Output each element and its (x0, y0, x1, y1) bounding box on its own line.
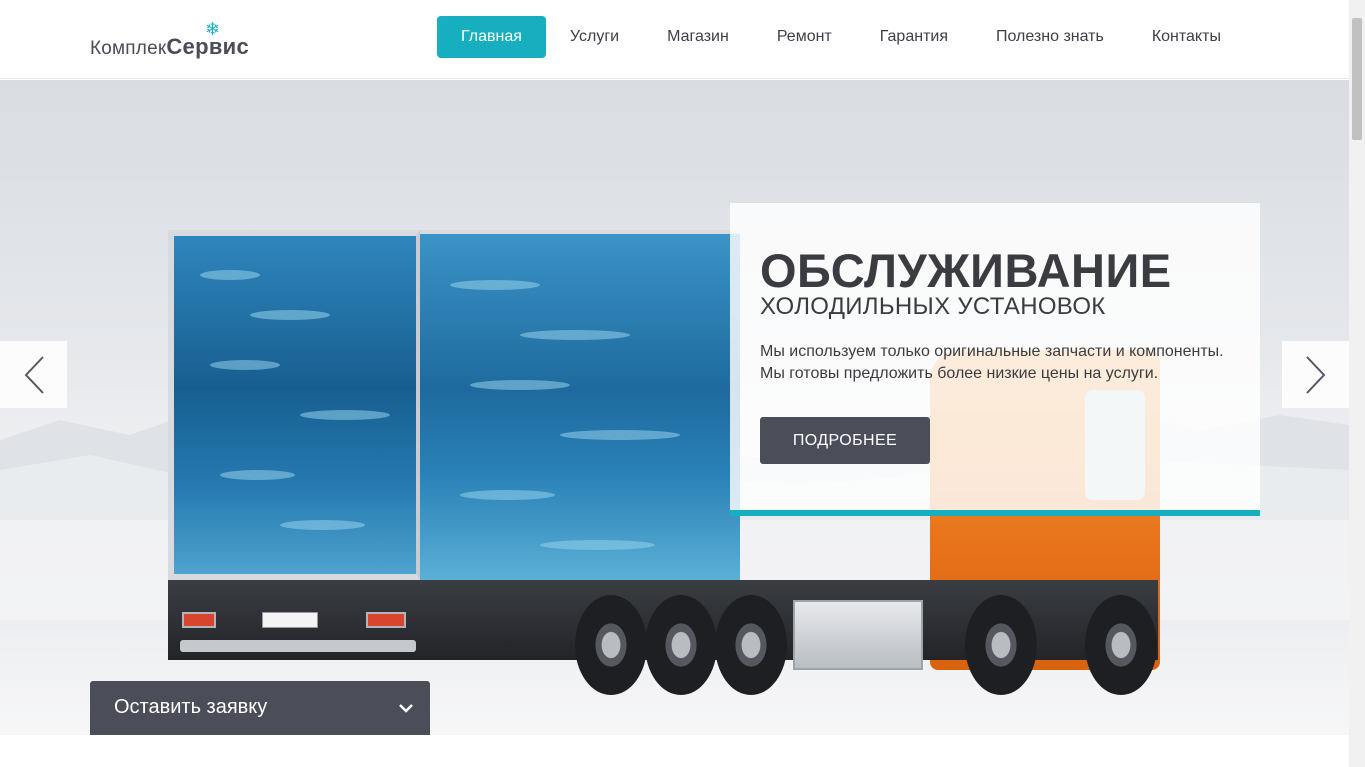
site-header: Комплек Сервис ❄ Главная Услуги Магазин … (0, 0, 1349, 79)
fish-shape (470, 380, 570, 390)
page: Комплек Сервис ❄ Главная Услуги Магазин … (0, 0, 1365, 767)
fish-shape (460, 490, 555, 500)
nav-item-useful[interactable]: Полезно знать (972, 16, 1128, 58)
snowflake-icon: ❄ (205, 19, 221, 40)
site-logo[interactable]: Комплек Сервис ❄ (90, 19, 249, 60)
request-panel-toggle[interactable]: Оставить заявку (90, 681, 430, 735)
slide-description: Мы используем только оригинальные запчас… (760, 341, 1260, 385)
content-area (0, 735, 1349, 767)
fish-shape (560, 430, 680, 440)
nav-item-contacts[interactable]: Контакты (1128, 16, 1245, 58)
fish-shape (280, 520, 365, 530)
slide-description-line-1: Мы используем только оригинальные запчас… (760, 343, 1224, 360)
truck-wheel (965, 595, 1037, 695)
slide-subtitle: ХОЛОДИЛЬНЫХ УСТАНОВОК (760, 293, 1106, 320)
fish-shape (210, 360, 280, 370)
nav-item-services[interactable]: Услуги (546, 16, 643, 58)
more-button[interactable]: ПОДРОБНЕЕ (760, 417, 930, 464)
slide-description-line-2: Мы готовы предложить более низкие цены н… (760, 365, 1159, 382)
nav-item-shop[interactable]: Магазин (643, 16, 753, 58)
chevron-right-icon (1305, 355, 1325, 394)
rear-bumper (180, 640, 416, 652)
fish-shape (220, 470, 295, 480)
slider-prev-button[interactable] (0, 341, 67, 408)
slider-next-button[interactable] (1282, 341, 1349, 408)
nav-item-home[interactable]: Главная (437, 16, 546, 58)
tail-light-left (182, 612, 216, 628)
truck-fuel-tank (793, 600, 923, 670)
nav-item-repair[interactable]: Ремонт (753, 16, 856, 58)
slide-title: ОБСЛУЖИВАНИЕ (760, 244, 1172, 297)
slide-caption: ОБСЛУЖИВАНИЕ ХОЛОДИЛЬНЫХ УСТАНОВОК Мы ис… (730, 203, 1260, 516)
license-plate (262, 612, 318, 628)
chevron-down-icon (399, 704, 413, 713)
truck-wheel (1085, 595, 1157, 695)
page-scrollbar[interactable] (1349, 0, 1365, 767)
main-nav: Главная Услуги Магазин Ремонт Гарантия П… (437, 16, 1245, 58)
truck-wheel (715, 595, 787, 695)
fish-shape (300, 410, 390, 420)
fish-shape (540, 540, 655, 550)
tail-light-right (366, 612, 406, 628)
truck-wheel (575, 595, 647, 695)
fish-shape (250, 310, 330, 320)
nav-item-warranty[interactable]: Гарантия (856, 16, 972, 58)
scrollbar-thumb[interactable] (1352, 18, 1362, 140)
fish-shape (520, 330, 630, 340)
fish-shape (450, 280, 540, 290)
request-label: Оставить заявку (114, 696, 268, 718)
truck-wheel (645, 595, 717, 695)
fish-shape (200, 270, 260, 280)
logo-text-part1: Комплек (90, 38, 167, 59)
chevron-left-icon (24, 355, 44, 394)
